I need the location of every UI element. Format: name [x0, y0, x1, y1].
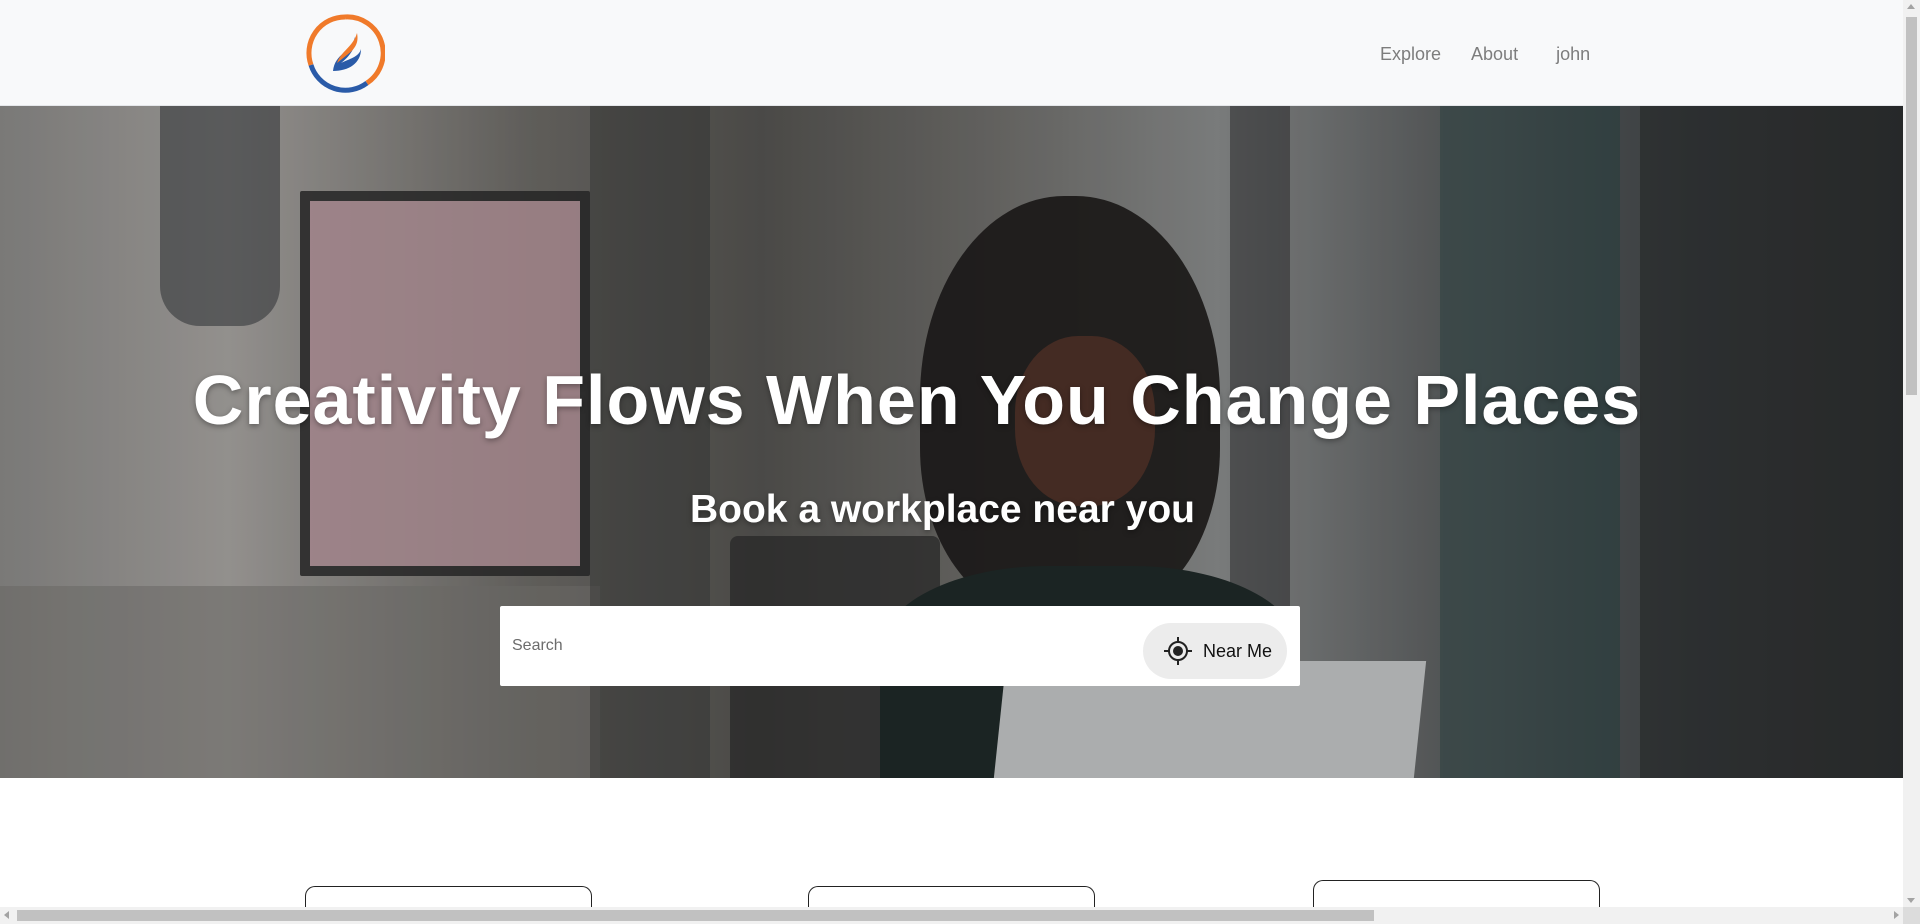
nav-about-link[interactable]: About	[1471, 44, 1518, 65]
nav-explore-link[interactable]: Explore	[1380, 44, 1441, 65]
scroll-up-icon[interactable]	[1907, 4, 1915, 9]
vertical-scroll-thumb[interactable]	[1906, 17, 1917, 395]
near-me-button[interactable]: Near Me	[1143, 623, 1287, 679]
nav-user-link[interactable]: john	[1556, 44, 1590, 65]
horizontal-scroll-thumb[interactable]	[17, 910, 1374, 921]
scroll-right-icon[interactable]	[1894, 911, 1899, 919]
scrollbar-corner	[1903, 907, 1920, 924]
horizontal-scrollbar[interactable]	[0, 907, 1903, 924]
hero-section: Creativity Flows When You Change Places …	[0, 106, 1903, 778]
search-box: Near Me	[500, 606, 1300, 686]
vertical-scrollbar[interactable]	[1903, 0, 1920, 907]
crosshair-location-icon	[1163, 636, 1193, 666]
search-input[interactable]	[512, 626, 1112, 666]
nav-links: Explore About john	[1380, 40, 1590, 68]
scroll-down-icon[interactable]	[1907, 898, 1915, 903]
near-me-label: Near Me	[1203, 640, 1273, 661]
brand-logo-icon[interactable]	[305, 13, 386, 93]
scroll-left-icon[interactable]	[4, 911, 9, 919]
navbar: Explore About john	[0, 0, 1903, 106]
hero-title: Creativity Flows When You Change Places	[192, 361, 1642, 439]
hero-subtitle: Book a workplace near you	[689, 488, 1195, 531]
